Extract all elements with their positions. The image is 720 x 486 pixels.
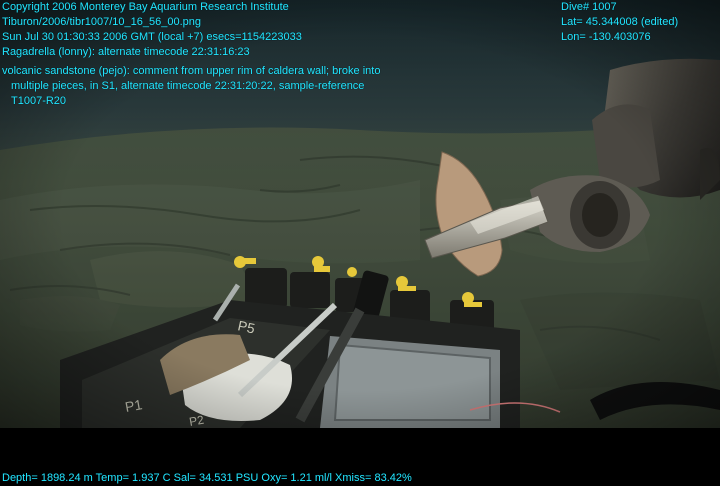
longitude: Lon= -130.403076 — [561, 31, 651, 43]
metadata-overlay-left: Copyright 2006 Monterey Bay Aquarium Res… — [2, 0, 302, 60]
annotation-line-2: multiple pieces, in S1, alternate timeco… — [11, 80, 365, 92]
timestamp-line: Sun Jul 30 01:30:33 2006 GMT (local +7) … — [2, 31, 302, 43]
video-frame: P1 P5 P2 Copyright 2006 Monterey Bay Aqu… — [0, 0, 720, 486]
timecode-line: Ragadrella (lonny): alternate timecode 2… — [2, 46, 250, 58]
copyright-line: Copyright 2006 Monterey Bay Aquarium Res… — [2, 1, 289, 13]
annotation-overlay: volcanic sandstone (pejo): comment from … — [2, 64, 380, 109]
latitude: Lat= 45.344008 (edited) — [561, 16, 679, 28]
file-path-line: Tiburon/2006/tibr1007/10_16_56_00.png — [2, 16, 201, 28]
sensor-readout: Depth= 1898.24 m Temp= 1.937 C Sal= 34.5… — [2, 472, 412, 484]
annotation-line-3: T1007-R20 — [11, 95, 67, 107]
dive-number: Dive# 1007 — [561, 1, 617, 13]
metadata-overlay-right: Dive# 1007 Lat= 45.344008 (edited) Lon= … — [561, 0, 678, 45]
annotation-line-1: volcanic sandstone (pejo): comment from … — [2, 65, 381, 77]
